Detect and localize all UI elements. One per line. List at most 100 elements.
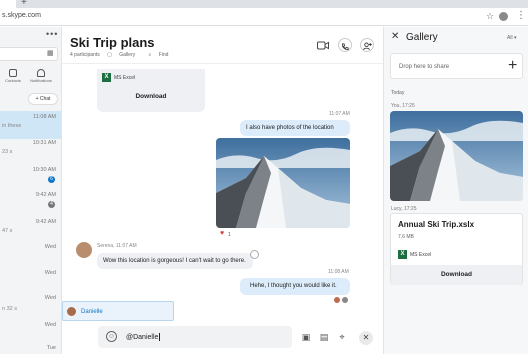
mention-suggestion[interactable]: Danielle <box>62 301 174 321</box>
conversation-sidebar: ••• ▦ Contacts Notifications + Chat 11:0… <box>0 27 62 354</box>
conversation-time: 9:42 AM <box>35 219 56 225</box>
message-sender: Serena, 11:07 AM <box>97 243 137 249</box>
conversation-snippet: in these <box>2 123 22 129</box>
conversation-time: Wed <box>44 322 56 328</box>
message-bubble-out[interactable]: Hehe, I thought you would like it. <box>240 278 350 295</box>
conversation-time: Wed <box>44 270 56 276</box>
chat-title[interactable]: Ski Trip plans <box>70 35 155 50</box>
conversation-time: Wed <box>44 244 56 250</box>
message-input[interactable]: ☺ @Danielle <box>98 326 292 348</box>
chat-pane: Ski Trip plans 4 participants ▢ Gallery … <box>62 27 383 354</box>
conversation-snippet: 23 s <box>2 149 13 155</box>
find-link-label: Find <box>158 52 169 58</box>
avatar[interactable] <box>76 242 92 258</box>
gallery-file-card[interactable]: Annual Ski Trip.xslx 7.6 MB X MS Excel D… <box>390 213 523 285</box>
conversation-time: 10:30 AM <box>32 167 56 173</box>
drop-zone[interactable]: Drop here to share + <box>390 53 523 79</box>
file-size: 7.6 MB <box>398 234 414 240</box>
gallery-link[interactable]: ▢ Gallery <box>107 52 141 58</box>
video-call-icon[interactable] <box>316 38 330 52</box>
address-bar[interactable]: s.skype.com ☆ ⋮ <box>0 8 528 26</box>
emoji-icon[interactable]: ☺ <box>106 331 117 342</box>
download-button[interactable]: Download <box>97 93 205 100</box>
read-receipt-avatar <box>342 297 348 303</box>
header-divider <box>62 63 383 64</box>
more-options-icon[interactable]: ••• <box>46 29 58 39</box>
gallery-photo[interactable] <box>390 111 523 201</box>
nav-notifications[interactable]: Notifications <box>28 69 54 83</box>
shared-photo[interactable] <box>216 138 350 228</box>
unread-badge: 4 <box>48 201 55 208</box>
add-participant-icon[interactable] <box>360 38 374 52</box>
gallery-icon: ▢ <box>107 52 114 58</box>
drop-zone-label: Drop here to share <box>399 64 450 70</box>
excel-icon: X <box>102 73 111 82</box>
photo-meta: You, 17:25 <box>391 103 415 109</box>
bell-icon <box>37 69 45 77</box>
message-input-text[interactable]: @Danielle <box>126 333 161 341</box>
search-icon: ⌕ <box>148 52 153 58</box>
avatar <box>67 307 76 316</box>
new-tab-button[interactable]: + <box>21 0 27 8</box>
nav-notifications-label: Notifications <box>30 78 52 83</box>
conversation-time: 10:31 AM <box>32 140 56 146</box>
bookmark-star-icon[interactable]: ☆ <box>486 11 494 22</box>
chevron-down-icon: ▾ <box>512 35 517 41</box>
profile-avatar-icon[interactable] <box>499 12 508 21</box>
section-header: Today <box>391 90 405 96</box>
message-text: I also have photos of the location <box>246 125 334 131</box>
message-text: Wow this location is gorgeous! I can't w… <box>103 258 246 264</box>
close-icon[interactable]: ✕ <box>391 31 399 42</box>
gallery-panel: ✕ Gallery All ▾ Drop here to share + Tod… <box>383 27 528 354</box>
conversation-row[interactable]: 11:08 AM in these <box>0 111 61 139</box>
download-button[interactable]: Download <box>391 265 522 285</box>
file-app-label: MS Excel <box>114 75 136 81</box>
conversation-snippet: 47 s <box>2 228 13 234</box>
message-timestamp: 11:08 AM <box>328 269 349 275</box>
new-chat-button[interactable]: + Chat <box>28 93 58 105</box>
browser-tab-bar: + <box>0 0 528 8</box>
message-text: Hehe, I thought you would like it. <box>250 283 337 289</box>
search-input[interactable]: ▦ <box>0 47 58 61</box>
browser-menu-icon[interactable]: ⋮ <box>516 10 526 21</box>
media-icon[interactable]: ▣ <box>300 331 312 343</box>
message-input-value: @Danielle <box>126 333 159 341</box>
gallery-filter-dropdown[interactable]: All ▾ <box>507 35 516 41</box>
close-icon[interactable]: ✕ <box>359 331 373 345</box>
file-message-card[interactable]: X MS Excel Download <box>97 69 205 112</box>
conversation-snippet: n 32 s <box>2 306 17 312</box>
add-icon[interactable]: + <box>508 56 517 76</box>
gallery-link-label: Gallery <box>119 52 136 58</box>
audio-call-icon[interactable] <box>338 38 352 52</box>
chat-meta: 4 participants ▢ Gallery ⌕ Find <box>70 52 180 58</box>
heart-reaction-icon[interactable]: ♥ <box>220 230 224 237</box>
location-icon[interactable]: ⌖ <box>336 331 348 343</box>
excel-icon: X <box>398 250 407 259</box>
browser-tab[interactable] <box>0 0 16 8</box>
reaction-count: 1 <box>228 232 231 238</box>
conversation-time: Tue <box>46 345 56 351</box>
dialpad-icon[interactable]: ▦ <box>47 50 55 58</box>
file-meta: Lucy, 17:25 <box>391 206 417 212</box>
nav-contacts-label: Contacts <box>5 78 21 83</box>
conversation-time: Wed <box>44 295 56 301</box>
nav-contacts[interactable]: Contacts <box>0 69 26 83</box>
contact-card-icon[interactable]: ▤ <box>318 331 330 343</box>
url-text[interactable]: s.skype.com <box>2 12 41 19</box>
find-link[interactable]: ⌕ Find <box>149 52 175 58</box>
message-timestamp: 11:07 AM <box>329 111 350 117</box>
file-app-label: MS Excel <box>410 252 432 258</box>
unread-badge: 6 <box>48 176 55 183</box>
mention-name: Danielle <box>81 309 103 315</box>
conversation-time: 9:42 AM <box>35 192 56 198</box>
participants-count[interactable]: 4 participants <box>70 52 100 58</box>
text-caret <box>159 333 161 341</box>
gallery-title: Gallery <box>406 32 438 43</box>
contacts-icon <box>9 69 17 77</box>
conversation-time: 11:08 AM <box>33 114 56 120</box>
read-receipt-avatar <box>334 297 340 303</box>
react-emoji-icon[interactable] <box>250 250 259 259</box>
file-name: Annual Ski Trip.xslx <box>398 220 475 229</box>
message-bubble-out[interactable]: I also have photos of the location <box>240 120 350 136</box>
message-bubble-in[interactable]: Wow this location is gorgeous! I can't w… <box>97 253 253 269</box>
